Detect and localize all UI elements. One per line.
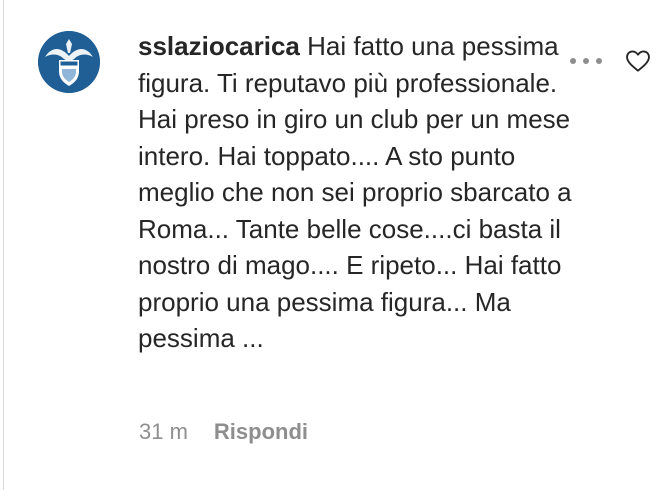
comment-text: sslaziocarica Hai fatto una pessima figu… <box>138 28 598 357</box>
avatar[interactable] <box>38 31 100 93</box>
more-options-button[interactable] <box>570 48 602 74</box>
comment-meta: 31 m Rispondi <box>139 416 308 448</box>
more-options-icon <box>570 58 576 64</box>
more-options-dot <box>583 58 589 64</box>
more-options-dot <box>596 58 602 64</box>
like-button[interactable] <box>624 47 652 75</box>
lazio-eagle-logo-icon <box>38 31 100 93</box>
comment-timestamp[interactable]: 31 m <box>139 419 188 445</box>
comment-body: Hai fatto una pessima figura. Ti reputav… <box>138 31 572 353</box>
left-border <box>3 0 4 490</box>
heart-outline-icon <box>626 50 650 72</box>
comment-username[interactable]: sslaziocarica <box>138 31 300 61</box>
reply-button[interactable]: Rispondi <box>214 419 308 445</box>
